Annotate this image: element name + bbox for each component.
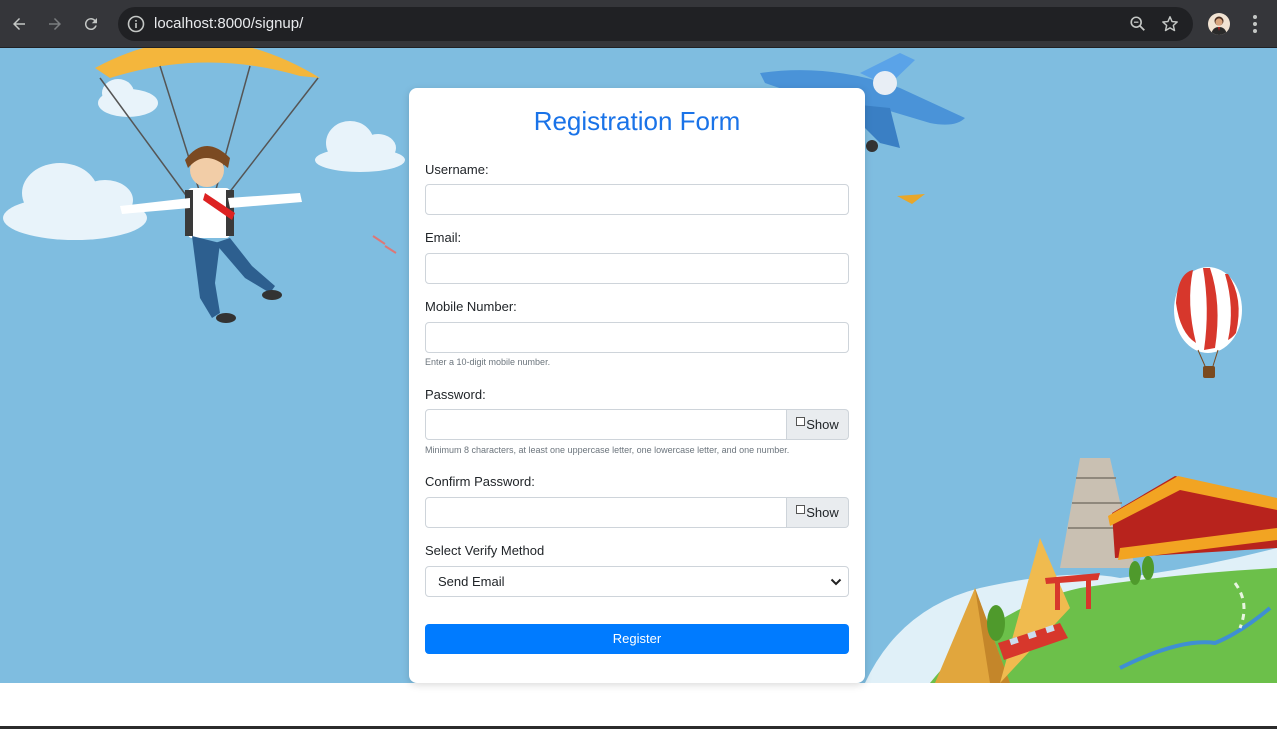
- confirm-password-label: Confirm Password:: [425, 474, 535, 489]
- verify-method-value: Send Email: [438, 574, 505, 589]
- email-label: Email:: [425, 230, 462, 245]
- registration-card: Registration Form Username: Email: Mobil…: [409, 88, 865, 683]
- confirm-show-toggle[interactable]: Show: [787, 497, 849, 528]
- email-input[interactable]: [425, 253, 849, 284]
- form-title: Registration Form: [533, 106, 741, 136]
- kebab-menu-icon[interactable]: [1246, 13, 1264, 35]
- reload-icon[interactable]: [79, 12, 103, 36]
- show-confirm-checkbox[interactable]: [796, 505, 806, 514]
- confirm-show-label: Show: [806, 505, 839, 520]
- password-label: Password:: [425, 387, 486, 402]
- username-label: Username:: [425, 162, 489, 177]
- password-hint: Minimum 8 characters, at least one upper…: [425, 445, 790, 455]
- register-button[interactable]: Register: [425, 624, 849, 654]
- bookmark-star-icon[interactable]: [1161, 15, 1179, 33]
- browser-toolbar: localhost:8000/signup/: [0, 0, 1277, 48]
- verify-method-label: Select Verify Method: [425, 543, 545, 558]
- mobile-input[interactable]: [425, 322, 849, 353]
- password-show-label: Show: [806, 417, 839, 432]
- back-arrow-icon[interactable]: [7, 12, 31, 36]
- username-input[interactable]: [425, 184, 849, 215]
- chevron-down-icon: [830, 578, 842, 586]
- forward-arrow-icon[interactable]: [43, 12, 67, 36]
- address-bar[interactable]: localhost:8000/signup/: [118, 7, 1193, 41]
- mobile-label: Mobile Number:: [425, 299, 517, 314]
- mobile-hint: Enter a 10-digit mobile number.: [425, 357, 551, 367]
- verify-method-select[interactable]: Send Email: [425, 566, 849, 597]
- password-input[interactable]: [425, 409, 787, 440]
- site-info-icon[interactable]: [126, 14, 146, 34]
- url-text[interactable]: localhost:8000/signup/: [154, 15, 303, 33]
- show-password-checkbox[interactable]: [796, 417, 806, 426]
- confirm-password-input[interactable]: [425, 497, 787, 528]
- profile-avatar[interactable]: [1208, 13, 1230, 35]
- page-body: Registration Form Username: Email: Mobil…: [0, 48, 1277, 729]
- password-show-toggle[interactable]: Show: [787, 409, 849, 440]
- zoom-icon[interactable]: [1129, 15, 1147, 33]
